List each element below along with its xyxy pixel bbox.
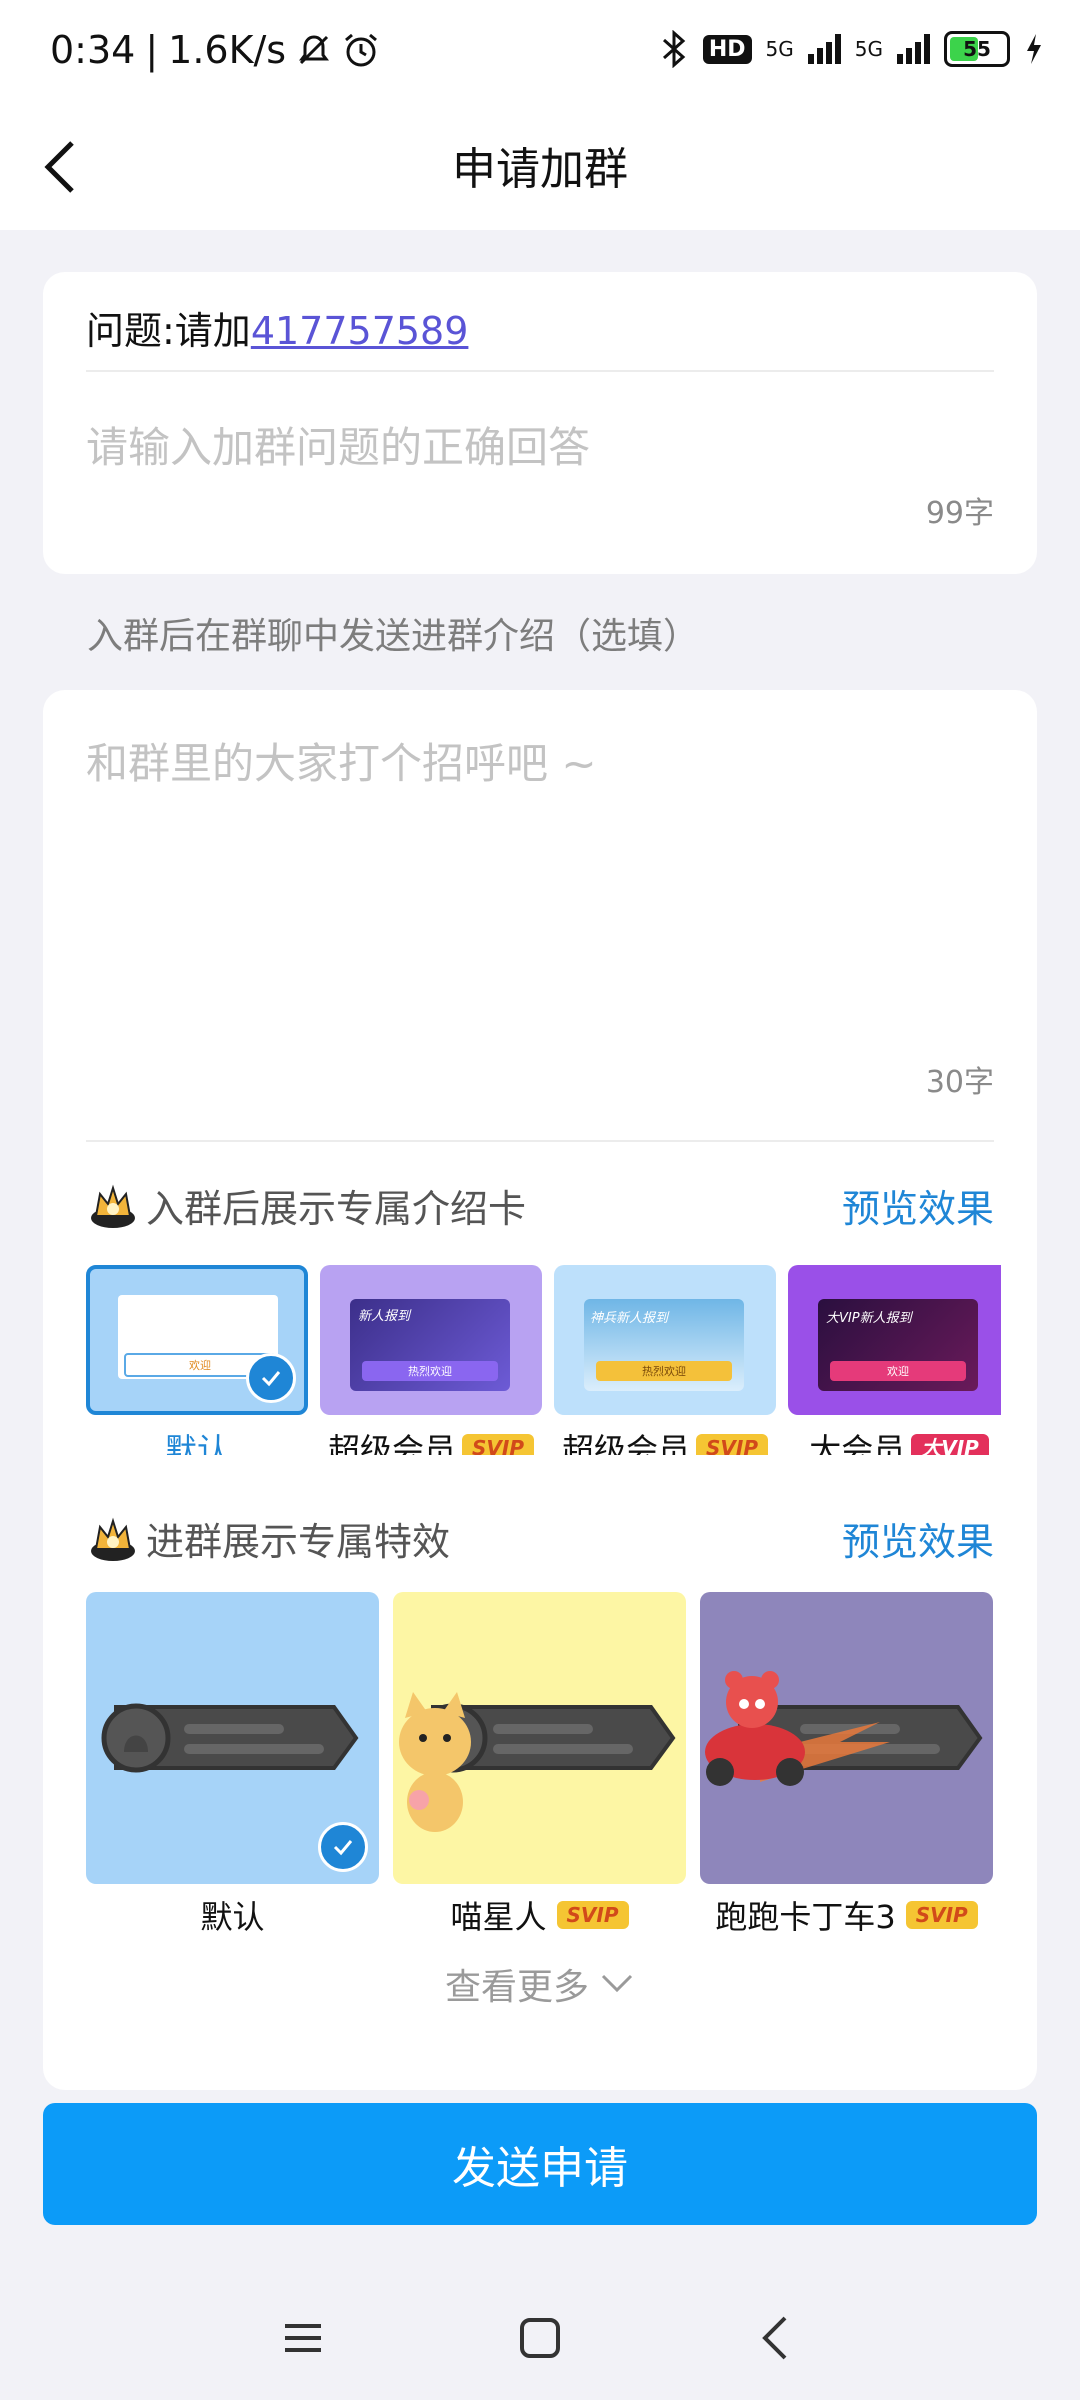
intro-card-thumb: 新人报到 热烈欢迎 [320, 1265, 542, 1415]
penguin-crown-icon [91, 1184, 135, 1228]
chevron-down-icon [601, 1974, 633, 1993]
intro-card-thumb: 大VIP新人报到 欢迎 [788, 1265, 1001, 1415]
svip-badge: SVIP [696, 1434, 768, 1455]
intro-card-banner: 新人报到 [358, 1309, 411, 1324]
intro-card-label-text: 超级会员 [562, 1431, 691, 1455]
page-title: 申请加群 [452, 144, 628, 195]
effect-label-text: 跑跑卡丁车3 [715, 1898, 896, 1936]
intro-card-label-text: 默认 [164, 1431, 229, 1455]
intro-card-label-text: 大会员 [809, 1431, 906, 1455]
network-type-2: 5G [854, 37, 883, 61]
intro-textarea[interactable] [86, 730, 986, 950]
effect-option-cat[interactable]: 喵星人 SVIP [393, 1592, 686, 1936]
intro-cards-title: 入群后展示专属介绍卡 [146, 1186, 527, 1231]
selected-check-icon [246, 1353, 296, 1403]
svip-badge: SVIP [462, 1434, 534, 1455]
menu-button[interactable] [273, 2308, 333, 2368]
svip-badge: SVIP [556, 1901, 629, 1929]
effects-title: 进群展示专属特效 [146, 1519, 451, 1564]
signal-icon-2 [897, 34, 930, 64]
intro-card-option-bigvip[interactable]: 大VIP新人报到 欢迎 大会员 大VIP [788, 1265, 1001, 1455]
system-nav-bar [0, 2280, 1080, 2390]
intro-card-banner: 大VIP新人报到 [826, 1311, 912, 1326]
send-request-button[interactable]: 发送申请 [43, 2103, 1037, 2225]
home-button[interactable] [510, 2308, 570, 2368]
status-time: 0:34 [50, 28, 136, 72]
see-more-label: 查看更多 [444, 1967, 589, 2008]
effects-header: 进群展示专属特效 预览效果 [86, 1508, 994, 1568]
menu-icon [285, 2324, 321, 2352]
answer-input[interactable] [86, 412, 986, 482]
network-type-1: 5G [765, 37, 794, 61]
intro-card: 30字 入群后展示专属介绍卡 预览效果 欢迎 默认 [43, 690, 1037, 2090]
battery-level: 55 [963, 37, 991, 61]
status-network-speed: 1.6K/s [168, 28, 287, 72]
status-left: 0:34 | 1.6K/s [50, 28, 380, 72]
intro-card-option-default[interactable]: 欢迎 默认 [86, 1265, 308, 1455]
intro-card-button-text: 热烈欢迎 [408, 1365, 452, 1378]
intro-card-banner: 神兵新人报到 [590, 1311, 669, 1326]
home-icon [520, 2318, 560, 2358]
question-link[interactable]: 417757589 [251, 309, 469, 353]
intro-card-label: 超级会员 SVIP [320, 1425, 542, 1455]
intro-card-button-text: 热烈欢迎 [642, 1365, 686, 1378]
intro-hint: 入群后在群聊中发送进群介绍（选填） [87, 616, 700, 657]
mute-icon [299, 35, 330, 65]
question-text: 问题:请加417757589 [86, 300, 468, 355]
system-back-button[interactable] [745, 2308, 805, 2368]
bluetooth-icon [662, 30, 686, 68]
effect-label: 喵星人 SVIP [393, 1892, 686, 1938]
see-more-button[interactable]: 查看更多 [43, 1958, 1037, 2010]
effect-label: 跑跑卡丁车3 SVIP [700, 1892, 993, 1938]
svip-badge: SVIP [905, 1901, 978, 1929]
effect-option-kart[interactable]: 跑跑卡丁车3 SVIP [700, 1592, 993, 1936]
effect-thumb [86, 1592, 379, 1884]
effect-label-text: 喵星人 [450, 1898, 547, 1936]
back-icon [762, 2316, 787, 2360]
effect-thumb [393, 1592, 686, 1884]
intro-card-label: 超级会员 SVIP [554, 1425, 776, 1455]
divider [86, 1140, 994, 1142]
status-separator: | [145, 28, 159, 72]
signal-icon [807, 34, 841, 64]
hd-icon: HD [702, 34, 752, 64]
intro-counter: 30字 [925, 1065, 994, 1100]
effect-label-text: 默认 [200, 1898, 265, 1936]
intro-card-thumb: 神兵新人报到 热烈欢迎 [554, 1265, 776, 1415]
intro-card-label-text: 超级会员 [328, 1431, 457, 1455]
intro-card-strip: 欢迎 默认 新人报到 热烈欢迎 超级会员 SVIP 神兵新人报到 热烈欢迎 超级… [86, 1265, 1001, 1455]
intro-card-option-svip-1[interactable]: 新人报到 热烈欢迎 超级会员 SVIP [320, 1265, 542, 1455]
divider [86, 370, 994, 372]
effect-label: 默认 [86, 1892, 379, 1938]
intro-card-label: 大会员 大VIP [788, 1425, 1001, 1455]
intro-card-label: 默认 [86, 1425, 308, 1455]
battery-icon: 55 [944, 31, 1010, 67]
intro-cards-header: 入群后展示专属介绍卡 预览效果 [86, 1175, 994, 1235]
charging-icon [1027, 34, 1041, 64]
status-right: HD 5G 5G 55 [659, 30, 1044, 68]
alarm-icon [345, 33, 378, 67]
bigvip-badge: 大VIP [911, 1434, 989, 1455]
intro-card-button-text: 欢迎 [189, 1359, 211, 1372]
answer-counter: 99字 [925, 496, 994, 531]
intro-card-option-svip-2[interactable]: 神兵新人报到 热烈欢迎 超级会员 SVIP [554, 1265, 776, 1455]
question-prefix: 问题:请加 [86, 309, 251, 353]
intro-cards-preview-link[interactable]: 预览效果 [842, 1178, 994, 1233]
question-card: 问题:请加417757589 99字 [43, 272, 1037, 574]
effect-thumb [700, 1592, 993, 1884]
effect-option-default[interactable]: 默认 [86, 1592, 379, 1936]
status-bar: 0:34 | 1.6K/s HD 5G 5G 55 [0, 0, 1080, 105]
penguin-crown-icon [91, 1517, 135, 1561]
effect-banner-graphic [399, 1692, 676, 1832]
effect-banner-graphic [705, 1671, 983, 1786]
selected-check-icon [318, 1822, 368, 1872]
effects-preview-link[interactable]: 预览效果 [842, 1511, 994, 1566]
nav-bar: 申请加群 [0, 105, 1080, 230]
intro-card-button-text: 欢迎 [887, 1365, 909, 1378]
